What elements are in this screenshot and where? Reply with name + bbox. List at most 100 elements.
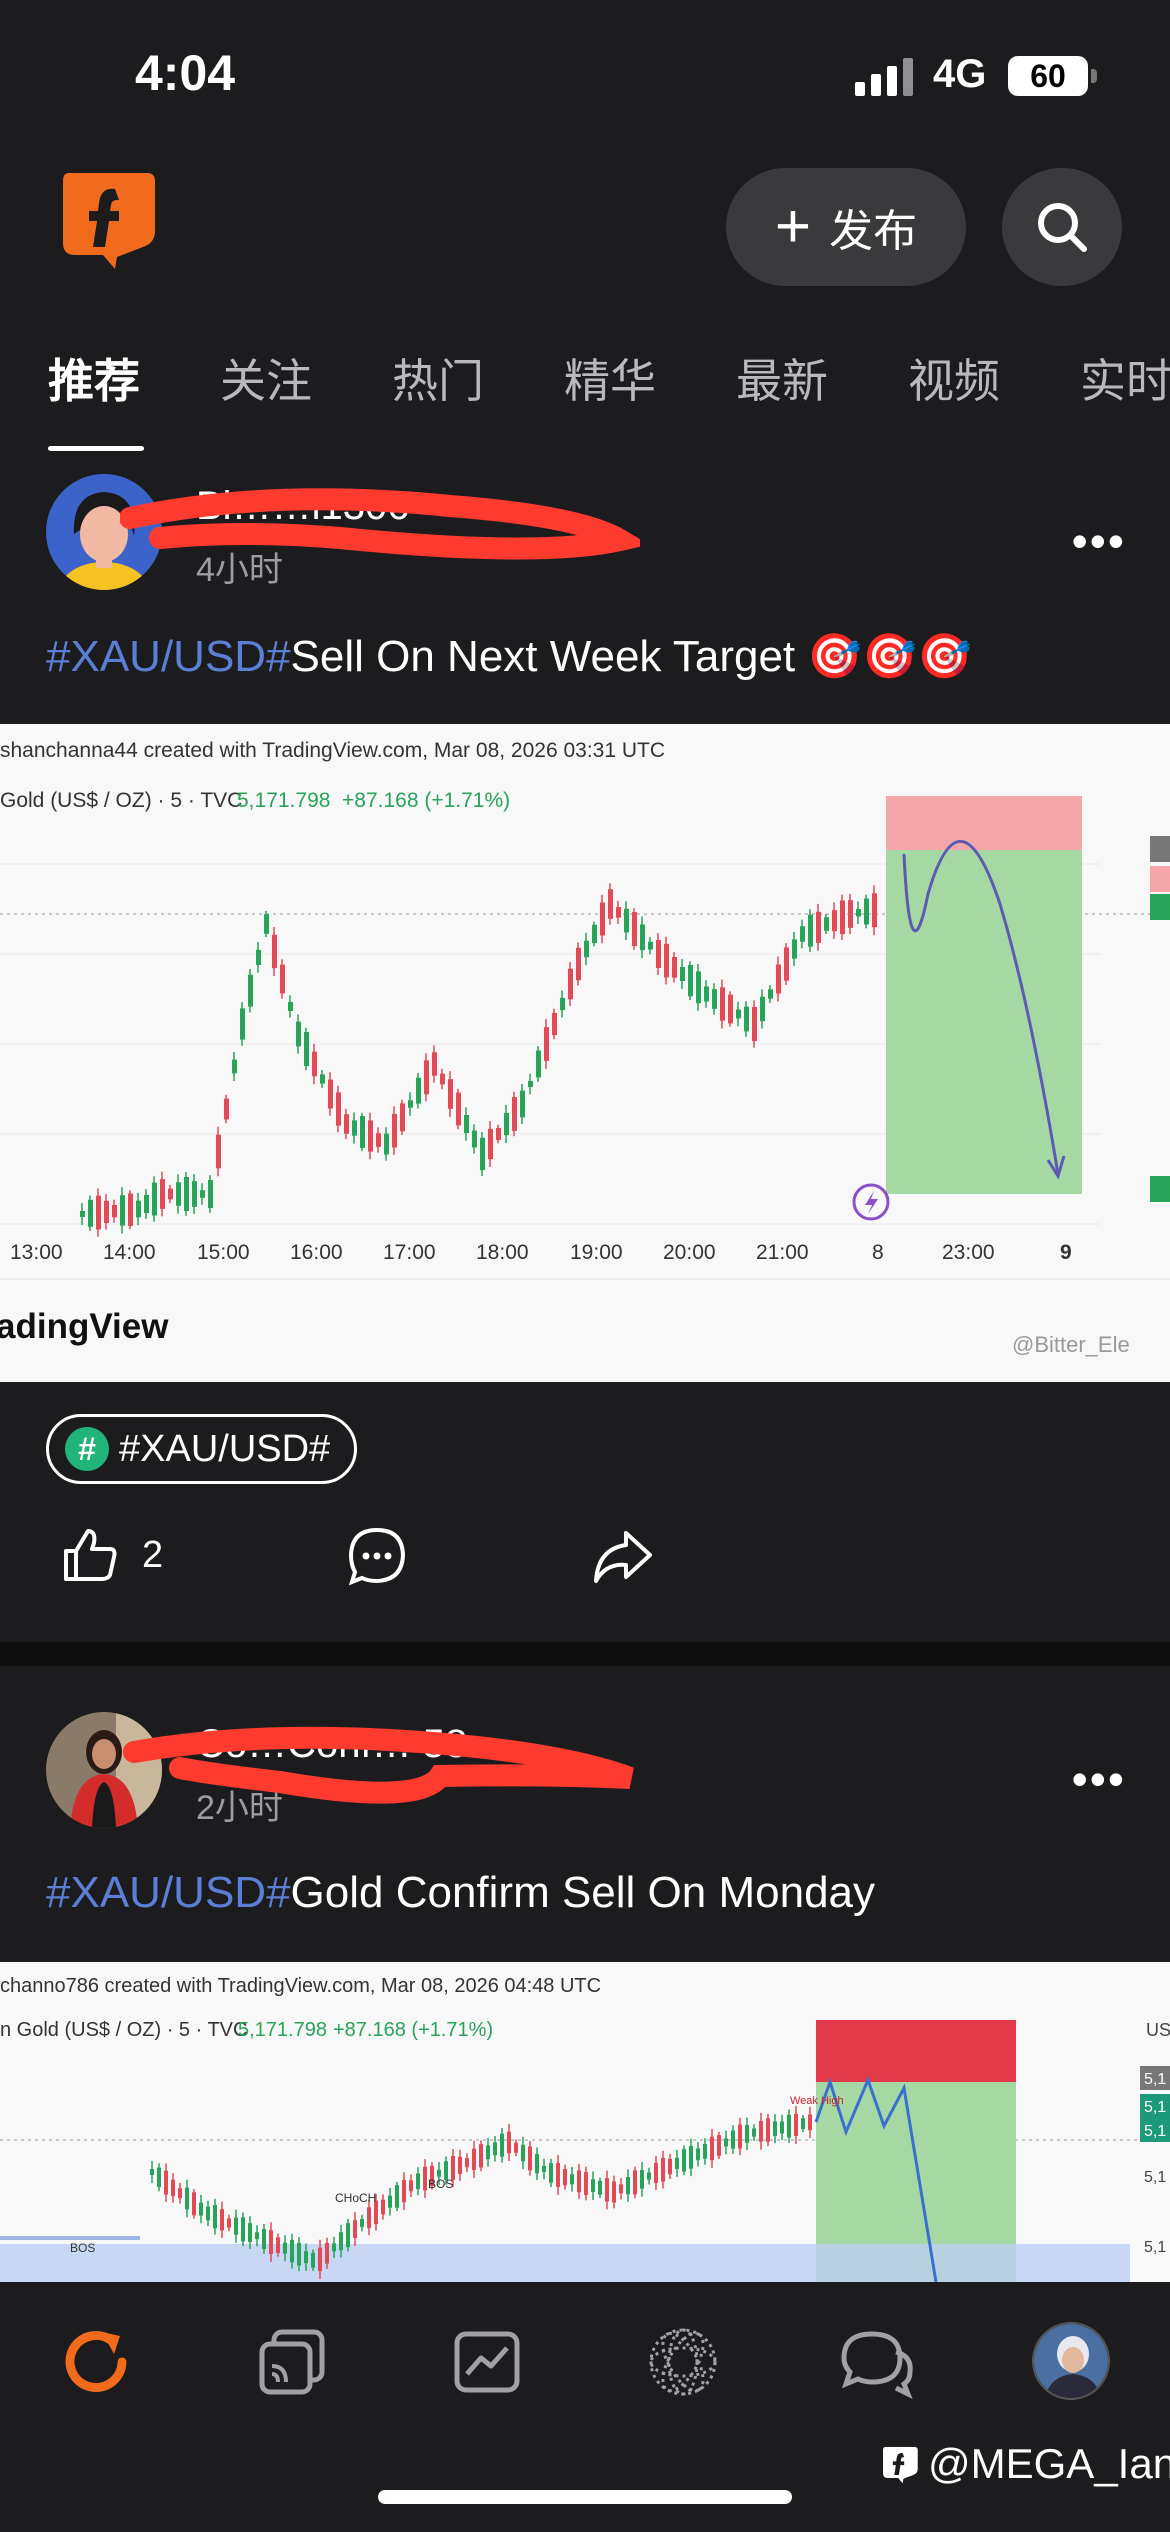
candle — [304, 1032, 309, 1066]
nav-discover[interactable] — [643, 2322, 723, 2402]
candle — [577, 2170, 581, 2193]
nav-messages[interactable] — [838, 2322, 918, 2402]
candle — [280, 964, 285, 994]
candle — [619, 2184, 623, 2194]
chart-symbol: Gold (US$ / OZ) · 5 · TVC — [0, 789, 242, 812]
candle — [710, 2136, 714, 2161]
candle — [500, 2133, 504, 2157]
tab-live[interactable]: 实时 — [1080, 345, 1170, 411]
candle — [269, 2230, 273, 2254]
candle — [381, 2199, 385, 2215]
candle — [352, 1120, 357, 1136]
avatar[interactable] — [46, 1712, 162, 1828]
candle — [328, 1079, 333, 1109]
candle — [283, 2242, 287, 2254]
candle — [240, 1008, 245, 1040]
candle — [794, 2113, 798, 2136]
weak-high-label: Weak High — [790, 2095, 844, 2107]
candle — [479, 2144, 483, 2168]
candle — [654, 2162, 658, 2183]
candle — [192, 1181, 197, 1207]
candle — [661, 2157, 665, 2182]
avatar[interactable] — [46, 474, 162, 590]
candle — [759, 2120, 763, 2142]
candle — [360, 2219, 364, 2228]
candle — [297, 2242, 301, 2266]
candle — [171, 2179, 175, 2197]
nav-feeds[interactable] — [252, 2322, 332, 2402]
candle — [800, 926, 805, 942]
candle — [344, 1114, 349, 1134]
nav-markets[interactable] — [447, 2322, 527, 2402]
candle — [608, 889, 613, 919]
candle — [724, 2138, 728, 2147]
post-title[interactable]: #XAU/USD#Gold Confirm Sell On Monday — [46, 1868, 875, 1918]
post-chart-image[interactable]: shanchanna44 created with TradingView.co… — [0, 724, 1170, 1382]
candle — [656, 939, 661, 969]
tab-recommended[interactable]: 推荐 — [48, 345, 140, 411]
search-button[interactable] — [1002, 168, 1122, 286]
tab-latest[interactable]: 最新 — [736, 345, 828, 411]
candle — [486, 2145, 490, 2160]
home-indicator[interactable] — [378, 2490, 792, 2504]
post-title[interactable]: #XAU/USD#Sell On Next Week Target 🎯🎯🎯 — [46, 630, 972, 682]
tab-featured[interactable]: 精华 — [564, 345, 656, 411]
candle — [184, 1177, 189, 1211]
candle — [832, 910, 837, 932]
candle — [388, 2195, 392, 2208]
candle — [647, 2172, 651, 2180]
post-title-tag[interactable]: #XAU/USD# — [46, 632, 291, 681]
candle — [456, 1092, 461, 1126]
candle — [521, 2144, 525, 2162]
candle — [128, 1193, 133, 1226]
more-icon[interactable]: ••• — [1072, 1752, 1126, 1806]
candle — [680, 967, 685, 981]
chart-symbol: n Gold (US$ / OZ) · 5 · TVC — [0, 2019, 247, 2041]
post-button-label: 发布 — [829, 207, 918, 256]
candle — [512, 1097, 517, 1131]
candle — [720, 987, 725, 1021]
topic-tag-pill[interactable]: # #XAU/USD# — [46, 1414, 358, 1484]
candle — [675, 2157, 679, 2169]
sphere-icon — [649, 2328, 717, 2396]
more-icon[interactable]: ••• — [1072, 514, 1126, 568]
candle — [507, 2131, 511, 2154]
tab-video[interactable]: 视频 — [908, 345, 1000, 411]
candle — [816, 911, 821, 943]
candle — [96, 1195, 101, 1230]
username[interactable]: Co…Conf… 58 — [196, 1722, 467, 1767]
candle — [288, 1001, 293, 1012]
axis-label: 5,1 — [1144, 2071, 1166, 2088]
candle — [633, 2170, 637, 2195]
candle — [213, 2204, 217, 2229]
comment-button[interactable] — [346, 1525, 408, 1587]
post-title-tag[interactable]: #XAU/USD# — [46, 1868, 291, 1917]
candle — [626, 2176, 630, 2195]
chart-icon — [454, 2331, 520, 2393]
post-button[interactable]: + 发布 — [726, 168, 966, 286]
username[interactable]: Bi……l1306 — [196, 484, 409, 529]
candle — [704, 986, 709, 1002]
candle — [232, 1059, 237, 1074]
chart-header: channo786 created with TradingView.com, … — [0, 1975, 601, 1997]
tab-following[interactable]: 关注 — [220, 345, 312, 411]
nav-profile-avatar[interactable] — [1032, 2322, 1110, 2400]
x-tick-label: 21:00 — [756, 1241, 809, 1264]
tab-hot[interactable]: 热门 — [392, 345, 484, 411]
candle — [552, 1012, 557, 1036]
share-button[interactable] — [590, 1525, 654, 1585]
candle — [332, 2243, 336, 2252]
choch-label: CHoCH — [335, 2191, 376, 2205]
candle — [304, 2251, 308, 2264]
nav-refresh[interactable] — [56, 2322, 136, 2402]
candle — [787, 2114, 791, 2138]
f-logo-icon[interactable] — [55, 165, 161, 271]
candle — [464, 1114, 469, 1134]
candle — [150, 2169, 154, 2175]
candle — [136, 1200, 141, 1218]
like-button[interactable]: 2 — [60, 1525, 163, 1585]
thumbs-up-icon — [64, 1529, 117, 1581]
candle — [528, 1080, 533, 1088]
post-chart-image[interactable]: channo786 created with TradingView.com, … — [0, 1962, 1170, 2282]
candle — [112, 1205, 117, 1218]
